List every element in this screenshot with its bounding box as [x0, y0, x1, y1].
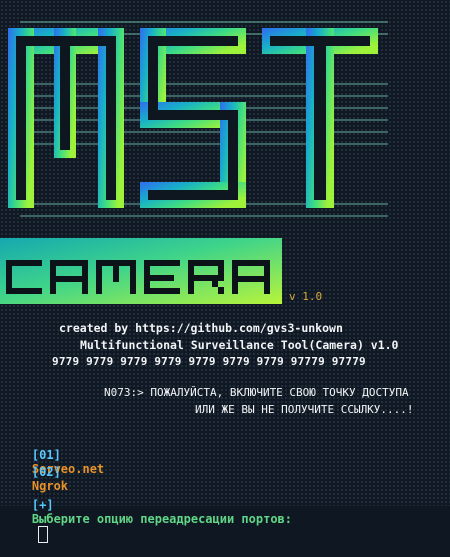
prompt-marker: [+]: [31, 498, 54, 512]
prompt-text: Выберите опцию переадресации портов:: [31, 512, 292, 526]
ports-line: 9779 9779 9779 9779 9779 9779 9779 97779…: [52, 355, 366, 368]
created-by-line: created by https://github.com/gvs3-unkow…: [59, 321, 343, 335]
tool-name-line: Multifunctional Surveillance Tool(Camera…: [80, 338, 399, 352]
port-forward-prompt[interactable]: [+] Выберите опцию переадресации портов:: [3, 484, 292, 557]
mst-hollows: [16, 36, 370, 200]
terminal-window: v 1.0 created by https://github.com/gvs3…: [0, 0, 450, 543]
camera-banner-bg: [0, 238, 282, 304]
menu-option-number: [02]: [31, 465, 61, 479]
notice-line-1: N073:> ПОЖАЛУЙСТА, ВКЛЮЧИТЕ СВОЮ ТОЧКУ Д…: [104, 386, 409, 399]
mst-logo-art: [8, 21, 388, 217]
terminal-cursor[interactable]: [37, 526, 48, 543]
notice-line-2: ИЛИ ЖЕ ВЫ НЕ ПОЛУЧИТЕ ССЫЛКУ....!: [195, 403, 414, 416]
version-label: v 1.0: [289, 290, 323, 303]
camera-logo-art: [0, 238, 282, 304]
